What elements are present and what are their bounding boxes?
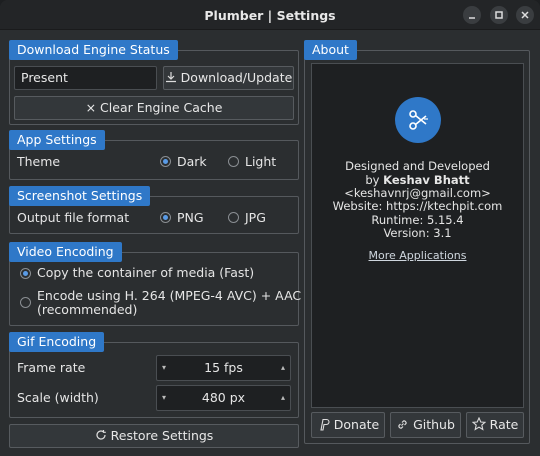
- video-encoding-title: Video Encoding: [9, 242, 122, 262]
- close-button[interactable]: [516, 6, 534, 24]
- engine-status-field: Present: [14, 66, 157, 90]
- website-text: Website: https://ktechpit.com: [332, 199, 503, 213]
- rate-button[interactable]: Rate: [466, 412, 524, 438]
- settings-window: Plumber | Settings Download Engine Statu…: [0, 0, 540, 456]
- format-png-label: PNG: [177, 210, 204, 225]
- link-icon: [398, 420, 407, 429]
- star-icon: [471, 416, 487, 431]
- restore-settings-button[interactable]: Restore Settings: [9, 424, 299, 448]
- format-jpg-label: JPG: [245, 210, 266, 225]
- encode-h264-label-line1: Encode using H. 264 (MPEG-4 AVC) + AAC: [37, 288, 302, 303]
- restore-icon: [96, 430, 106, 440]
- encode-h264-label-line2: (recommended): [37, 302, 138, 317]
- frame-rate-increase-icon[interactable]: ▴: [277, 356, 289, 380]
- scale-decrease-icon[interactable]: ▾: [158, 386, 170, 410]
- restore-settings-label: Restore Settings: [110, 428, 214, 443]
- gif-encoding-title: Gif Encoding: [9, 332, 105, 352]
- paypal-icon: [320, 418, 330, 431]
- about-author-line: by Keshav Bhatt: [311, 173, 524, 187]
- clear-engine-cache-label: Clear Engine Cache: [100, 100, 223, 115]
- frame-rate-spinbox[interactable]: ▾ 15 fps ▴: [156, 355, 291, 381]
- scale-width-label: Scale (width): [17, 390, 99, 405]
- scale-increase-icon[interactable]: ▴: [277, 386, 289, 410]
- maximize-icon: [495, 11, 503, 19]
- theme-light-label: Light: [245, 154, 277, 169]
- theme-dark-radio[interactable]: [160, 156, 171, 167]
- title-bar: Plumber | Settings: [0, 0, 540, 30]
- frame-rate-decrease-icon[interactable]: ▾: [158, 356, 170, 380]
- version-text: Version: 3.1: [383, 226, 452, 240]
- minimize-icon: [469, 17, 475, 19]
- engine-status-title: Download Engine Status: [9, 40, 178, 60]
- app-settings-title: App Settings: [9, 130, 105, 150]
- copy-container-radio[interactable]: [20, 268, 31, 279]
- download-update-label: Download/Update: [180, 70, 293, 85]
- scissors-icon: [409, 110, 428, 130]
- about-by-label: by: [365, 173, 384, 187]
- rate-label: Rate: [489, 417, 519, 432]
- frame-rate-label: Frame rate: [17, 360, 86, 375]
- format-jpg-radio[interactable]: [228, 212, 239, 223]
- theme-label: Theme: [17, 154, 61, 169]
- download-update-button[interactable]: Download/Update: [163, 66, 294, 90]
- donate-button[interactable]: Donate: [311, 412, 385, 438]
- about-designed-line: Designed and Developed: [345, 159, 490, 173]
- minimize-button[interactable]: [463, 6, 481, 24]
- runtime-text: Runtime: 5.15.4: [371, 213, 464, 227]
- format-png-radio[interactable]: [160, 212, 171, 223]
- clear-icon: ×: [85, 100, 97, 115]
- download-icon: [165, 72, 176, 83]
- copy-container-label: Copy the container of media (Fast): [37, 265, 255, 280]
- frame-rate-value: 15 fps: [204, 360, 243, 375]
- github-button[interactable]: Github: [390, 412, 461, 438]
- encode-h264-radio[interactable]: [20, 297, 31, 308]
- donate-label: Donate: [333, 417, 380, 432]
- scale-width-spinbox[interactable]: ▾ 480 px ▴: [156, 385, 291, 411]
- maximize-button[interactable]: [490, 6, 508, 24]
- theme-light-radio[interactable]: [228, 156, 239, 167]
- author-email: <keshavnrj@gmail.com>: [344, 186, 491, 200]
- app-logo: [395, 97, 441, 143]
- output-format-label: Output file format: [17, 210, 130, 225]
- github-label: Github: [413, 417, 455, 432]
- theme-dark-label: Dark: [177, 154, 207, 169]
- more-applications-link[interactable]: More Applications: [369, 249, 467, 262]
- about-title: About: [304, 40, 357, 60]
- window-title: Plumber | Settings: [204, 8, 336, 23]
- author-name: Keshav Bhatt: [383, 173, 470, 187]
- scale-width-value: 480 px: [201, 390, 246, 405]
- screenshot-settings-title: Screenshot Settings: [9, 186, 151, 206]
- clear-engine-cache-button[interactable]: × Clear Engine Cache: [14, 96, 294, 120]
- close-icon: [521, 11, 529, 19]
- more-apps-row: More Applications: [311, 249, 524, 263]
